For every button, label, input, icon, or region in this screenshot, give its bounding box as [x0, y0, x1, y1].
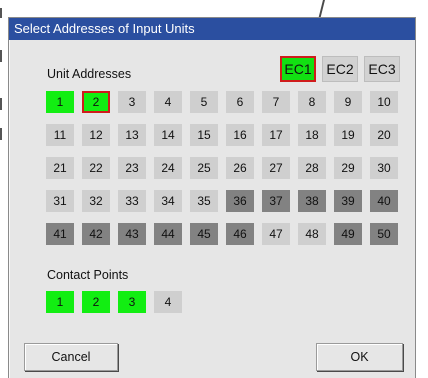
ec2-button[interactable]: EC2 — [322, 56, 358, 82]
ok-button[interactable]: OK — [316, 343, 403, 371]
background-mark — [0, 50, 2, 62]
unit-address-cell[interactable]: 3 — [118, 91, 146, 113]
background-mark — [0, 8, 2, 18]
unit-address-cell[interactable]: 50 — [370, 223, 398, 245]
cancel-button[interactable]: Cancel — [24, 343, 118, 371]
dialog-title: Select Addresses of Input Units — [9, 18, 415, 40]
unit-address-cell[interactable]: 12 — [82, 124, 110, 146]
unit-address-cell[interactable]: 11 — [46, 124, 74, 146]
unit-address-cell[interactable]: 35 — [190, 190, 218, 212]
ec1-button[interactable]: EC1 — [280, 56, 316, 82]
unit-address-cell[interactable]: 45 — [190, 223, 218, 245]
unit-address-cell[interactable]: 39 — [334, 190, 362, 212]
unit-address-cell[interactable]: 42 — [82, 223, 110, 245]
unit-address-cell[interactable]: 49 — [334, 223, 362, 245]
unit-address-cell[interactable]: 20 — [370, 124, 398, 146]
unit-address-cell[interactable]: 44 — [154, 223, 182, 245]
unit-address-cell[interactable]: 23 — [118, 157, 146, 179]
unit-address-cell[interactable]: 43 — [118, 223, 146, 245]
unit-address-cell[interactable]: 13 — [118, 124, 146, 146]
unit-address-cell[interactable]: 36 — [226, 190, 254, 212]
unit-address-cell[interactable]: 2 — [82, 91, 110, 113]
unit-address-cell[interactable]: 19 — [334, 124, 362, 146]
contact-point-cell[interactable]: 2 — [82, 291, 110, 313]
unit-address-cell[interactable]: 38 — [298, 190, 326, 212]
unit-address-cell[interactable]: 14 — [154, 124, 182, 146]
unit-address-cell[interactable]: 31 — [46, 190, 74, 212]
unit-address-cell[interactable]: 22 — [82, 157, 110, 179]
unit-address-cell[interactable]: 15 — [190, 124, 218, 146]
unit-address-cell[interactable]: 37 — [262, 190, 290, 212]
unit-address-cell[interactable]: 10 — [370, 91, 398, 113]
unit-address-cell[interactable]: 16 — [226, 124, 254, 146]
unit-address-cell[interactable]: 46 — [226, 223, 254, 245]
unit-address-cell[interactable]: 9 — [334, 91, 362, 113]
unit-address-cell[interactable]: 33 — [118, 190, 146, 212]
unit-address-cell[interactable]: 6 — [226, 91, 254, 113]
contact-point-cell[interactable]: 4 — [154, 291, 182, 313]
unit-address-cell[interactable]: 25 — [190, 157, 218, 179]
ec3-button[interactable]: EC3 — [364, 56, 400, 82]
unit-address-cell[interactable]: 1 — [46, 91, 74, 113]
unit-address-cell[interactable]: 28 — [298, 157, 326, 179]
unit-address-cell[interactable]: 21 — [46, 157, 74, 179]
background-mark — [0, 128, 2, 140]
background-mark — [0, 98, 2, 110]
unit-address-cell[interactable]: 41 — [46, 223, 74, 245]
unit-addresses-label: Unit Addresses — [47, 67, 132, 81]
contact-points-label: Contact Points — [47, 268, 129, 282]
unit-address-cell[interactable]: 5 — [190, 91, 218, 113]
unit-address-cell[interactable]: 4 — [154, 91, 182, 113]
unit-address-cell[interactable]: 26 — [226, 157, 254, 179]
unit-address-cell[interactable]: 8 — [298, 91, 326, 113]
unit-address-cell[interactable]: 32 — [82, 190, 110, 212]
unit-address-cell[interactable]: 24 — [154, 157, 182, 179]
unit-address-cell[interactable]: 30 — [370, 157, 398, 179]
unit-address-cell[interactable]: 7 — [262, 91, 290, 113]
unit-address-cell[interactable]: 29 — [334, 157, 362, 179]
unit-address-cell[interactable]: 48 — [298, 223, 326, 245]
unit-address-cell[interactable]: 18 — [298, 124, 326, 146]
contact-point-cell[interactable]: 3 — [118, 291, 146, 313]
contact-point-cell[interactable]: 1 — [46, 291, 74, 313]
unit-address-cell[interactable]: 34 — [154, 190, 182, 212]
select-addresses-dialog: Select Addresses of Input Units EC1 EC2 … — [8, 17, 416, 378]
unit-address-cell[interactable]: 47 — [262, 223, 290, 245]
unit-address-cell[interactable]: 27 — [262, 157, 290, 179]
unit-address-cell[interactable]: 17 — [262, 124, 290, 146]
unit-address-cell[interactable]: 40 — [370, 190, 398, 212]
